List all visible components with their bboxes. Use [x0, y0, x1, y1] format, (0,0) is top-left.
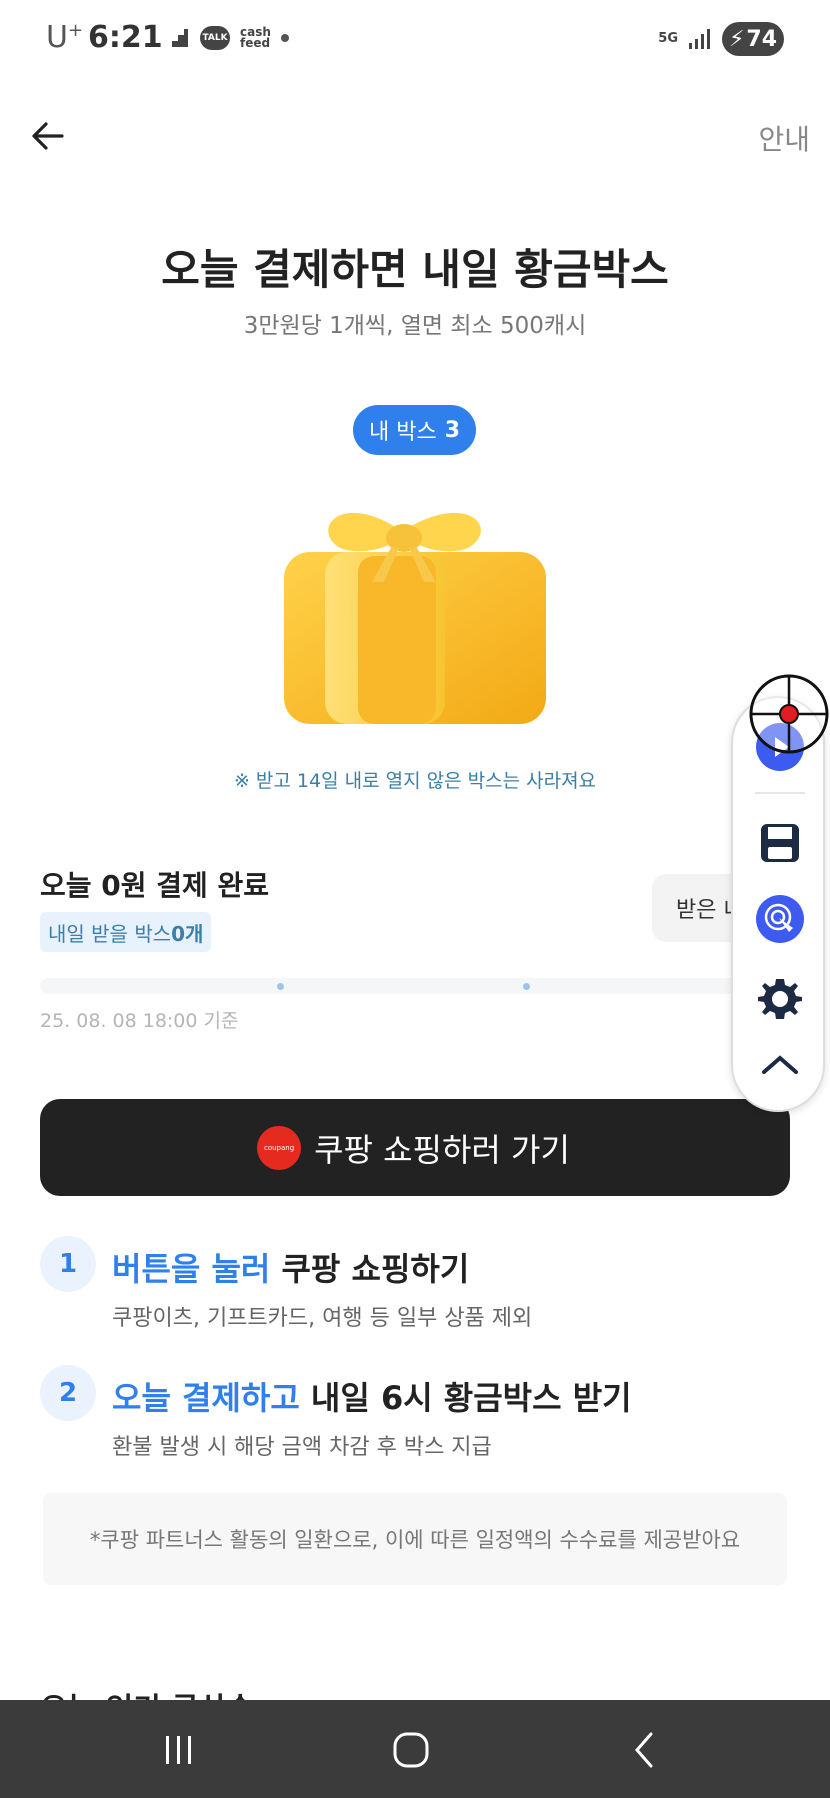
tomorrow-box-badge: 내일 받을 박스 0개: [40, 912, 212, 952]
status-bar: U+ 6:21 TALK cash feed 5G ⚡ 74: [0, 0, 830, 80]
go-shopping-button[interactable]: coupang 쿠팡 쇼핑하러 가기: [40, 1099, 790, 1196]
arrow-left-icon[interactable]: [28, 114, 72, 158]
payment-status: 오늘 0원 결제 완료: [40, 869, 270, 902]
chevron-up-icon[interactable]: [753, 1038, 807, 1092]
step-number: 1: [40, 1236, 96, 1292]
step-title-highlight: 오늘 결제하고: [112, 1379, 300, 1417]
toolbar-divider: [755, 792, 805, 794]
step-description: 쿠팡이츠, 기프트카드, 여행 등 일부 상품 제외: [112, 1306, 533, 1331]
step-title: 버튼을 눌러 쿠팡 쇼핑하기: [112, 1244, 469, 1290]
page-subtitle: 3만원당 1개씩, 열면 최소 500캐시: [243, 313, 587, 339]
expiry-note: ※ 받고 14일 내로 열지 않은 박스는 사라져요: [233, 770, 597, 792]
floating-toolbar: [731, 696, 825, 1112]
payment-progress-bar: [40, 978, 760, 994]
more-notifications-dot-icon: [280, 34, 289, 42]
gear-icon[interactable]: [753, 972, 807, 1026]
step-description: 환불 발생 시 해당 금액 차감 후 박스 지급: [112, 1435, 492, 1460]
partners-disclaimer: *쿠팡 파트너스 활동의 일환으로, 이에 따른 일정액의 수수료를 제공받아요: [43, 1493, 787, 1585]
guide-link[interactable]: 안내: [758, 118, 810, 158]
step-number: 2: [40, 1365, 96, 1421]
step-item: 1 버튼을 눌러 쿠팡 쇼핑하기 쿠팡이츠, 기프트카드, 여행 등 일부 상품…: [40, 1236, 800, 1336]
page-title: 오늘 결제하면 내일 황금박스: [161, 245, 669, 294]
touch-icon[interactable]: [753, 892, 807, 946]
stairs-icon: [166, 29, 188, 47]
coupang-logo-icon: coupang: [260, 1128, 299, 1167]
status-time: 6:21: [88, 20, 163, 55]
tomorrow-box-count: 0개: [171, 921, 204, 946]
carrier-text: U: [46, 20, 68, 55]
my-box-badge[interactable]: 내 박스 3: [353, 405, 476, 455]
recents-icon[interactable]: [157, 1728, 201, 1772]
back-icon[interactable]: [622, 1728, 666, 1772]
step-title-rest: 쿠팡 쇼핑하기: [270, 1250, 470, 1288]
tomorrow-box-label: 내일 받을 박스: [48, 921, 172, 946]
cashfeed-icon: cash feed: [240, 25, 271, 50]
network-5g-icon: 5G: [658, 31, 678, 46]
system-nav-bar: [0, 1700, 830, 1798]
charging-bolt-icon: ⚡: [728, 26, 745, 52]
carrier-label: U+: [46, 20, 83, 55]
gift-box-icon[interactable]: [280, 490, 550, 730]
go-shopping-label: 쿠팡 쇼핑하러 가기: [314, 1130, 570, 1169]
signal-icon: [689, 29, 710, 49]
save-icon[interactable]: [753, 816, 807, 870]
step-title: 오늘 결제하고 내일 6시 황금박스 받기: [112, 1373, 632, 1419]
home-icon[interactable]: [389, 1728, 433, 1772]
notification-icons: TALK cash feed: [164, 26, 289, 50]
step-title-rest: 내일 6시 황금박스 받기: [299, 1379, 632, 1417]
my-box-count: 3: [444, 417, 461, 443]
kakaotalk-icon: TALK: [200, 26, 230, 50]
my-box-label: 내 박스: [368, 420, 437, 445]
top-nav: 안내: [0, 100, 830, 176]
timestamp: 25. 08. 08 18:00 기준: [40, 1010, 239, 1032]
system-status-icons: 5G ⚡ 74: [658, 22, 784, 56]
step-item: 2 오늘 결제하고 내일 6시 황금박스 받기 환불 발생 시 해당 금액 차감…: [40, 1365, 800, 1465]
step-title-highlight: 버튼을 눌러: [112, 1250, 271, 1288]
crosshair-icon[interactable]: [748, 673, 830, 755]
carrier-sup: +: [67, 20, 84, 41]
battery-indicator: ⚡ 74: [722, 22, 784, 56]
progress-milestone-dot: [523, 983, 530, 990]
battery-level: 74: [746, 26, 778, 52]
progress-milestone-dot: [277, 983, 284, 990]
